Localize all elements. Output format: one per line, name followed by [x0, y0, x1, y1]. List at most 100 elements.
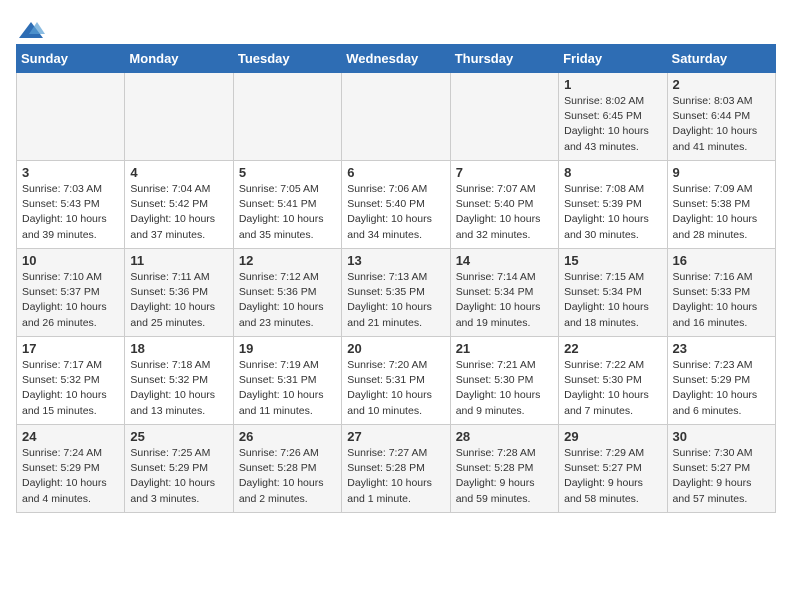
day-info: Sunrise: 7:29 AM Sunset: 5:27 PM Dayligh… [564, 446, 661, 507]
calendar-week-row: 24 Sunrise: 7:24 AM Sunset: 5:29 PM Dayli… [17, 425, 776, 513]
calendar-cell: 19Sunrise: 7:19 AM Sunset: 5:31 PM Dayli… [233, 337, 341, 425]
calendar-cell: 10Sunrise: 7:10 AM Sunset: 5:37 PM Dayli… [17, 249, 125, 337]
calendar-cell: 6 Sunrise: 7:06 AM Sunset: 5:40 PM Daylig… [342, 161, 450, 249]
weekday-header-tuesday: Tuesday [233, 45, 341, 73]
calendar-cell: 18Sunrise: 7:18 AM Sunset: 5:32 PM Dayli… [125, 337, 233, 425]
day-number: 16 [673, 253, 770, 268]
day-number: 22 [564, 341, 661, 356]
calendar-cell: 20Sunrise: 7:20 AM Sunset: 5:31 PM Dayli… [342, 337, 450, 425]
day-info: Sunrise: 7:22 AM Sunset: 5:30 PM Dayligh… [564, 358, 661, 419]
day-number: 3 [22, 165, 119, 180]
day-info: Sunrise: 7:13 AM Sunset: 5:35 PM Dayligh… [347, 270, 444, 331]
calendar-cell [450, 73, 558, 161]
day-info: Sunrise: 7:14 AM Sunset: 5:34 PM Dayligh… [456, 270, 553, 331]
day-info: Sunrise: 7:12 AM Sunset: 5:36 PM Dayligh… [239, 270, 336, 331]
day-info: Sunrise: 7:23 AM Sunset: 5:29 PM Dayligh… [673, 358, 770, 419]
calendar-cell: 26 Sunrise: 7:26 AM Sunset: 5:28 PM Dayli… [233, 425, 341, 513]
calendar-cell: 16 Sunrise: 7:16 AM Sunset: 5:33 PM Dayli… [667, 249, 775, 337]
calendar-cell [342, 73, 450, 161]
day-number: 24 [22, 429, 119, 444]
logo [16, 20, 46, 36]
day-info: Sunrise: 8:02 AM Sunset: 6:45 PM Dayligh… [564, 94, 661, 155]
day-info: Sunrise: 7:16 AM Sunset: 5:33 PM Dayligh… [673, 270, 770, 331]
calendar-cell: 11 Sunrise: 7:11 AM Sunset: 5:36 PM Dayli… [125, 249, 233, 337]
day-number: 4 [130, 165, 227, 180]
calendar-cell: 2 Sunrise: 8:03 AM Sunset: 6:44 PM Daylig… [667, 73, 775, 161]
day-number: 14 [456, 253, 553, 268]
weekday-header-sunday: Sunday [17, 45, 125, 73]
day-info: Sunrise: 7:15 AM Sunset: 5:34 PM Dayligh… [564, 270, 661, 331]
day-info: Sunrise: 7:25 AM Sunset: 5:29 PM Dayligh… [130, 446, 227, 507]
calendar-cell: 14 Sunrise: 7:14 AM Sunset: 5:34 PM Dayli… [450, 249, 558, 337]
calendar-cell: 25 Sunrise: 7:25 AM Sunset: 5:29 PM Dayli… [125, 425, 233, 513]
calendar-cell: 7 Sunrise: 7:07 AM Sunset: 5:40 PM Daylig… [450, 161, 558, 249]
calendar-week-row: 17 Sunrise: 7:17 AM Sunset: 5:32 PM Dayli… [17, 337, 776, 425]
day-number: 18 [130, 341, 227, 356]
day-info: Sunrise: 7:27 AM Sunset: 5:28 PM Dayligh… [347, 446, 444, 507]
day-number: 13 [347, 253, 444, 268]
day-info: Sunrise: 7:03 AM Sunset: 5:43 PM Dayligh… [22, 182, 119, 243]
day-info: Sunrise: 7:30 AM Sunset: 5:27 PM Dayligh… [673, 446, 770, 507]
weekday-header-thursday: Thursday [450, 45, 558, 73]
calendar-cell: 24 Sunrise: 7:24 AM Sunset: 5:29 PM Dayli… [17, 425, 125, 513]
day-info: Sunrise: 7:05 AM Sunset: 5:41 PM Dayligh… [239, 182, 336, 243]
day-number: 15 [564, 253, 661, 268]
calendar-cell [233, 73, 341, 161]
day-number: 1 [564, 77, 661, 92]
calendar-cell: 30 Sunrise: 7:30 AM Sunset: 5:27 PM Dayli… [667, 425, 775, 513]
day-info: Sunrise: 7:26 AM Sunset: 5:28 PM Dayligh… [239, 446, 336, 507]
day-info: Sunrise: 7:19 AM Sunset: 5:31 PM Dayligh… [239, 358, 336, 419]
day-number: 12 [239, 253, 336, 268]
calendar-cell: 22 Sunrise: 7:22 AM Sunset: 5:30 PM Dayli… [559, 337, 667, 425]
day-number: 8 [564, 165, 661, 180]
page-header [16, 16, 776, 36]
weekday-header-wednesday: Wednesday [342, 45, 450, 73]
day-info: Sunrise: 7:07 AM Sunset: 5:40 PM Dayligh… [456, 182, 553, 243]
day-number: 26 [239, 429, 336, 444]
day-number: 5 [239, 165, 336, 180]
day-info: Sunrise: 7:24 AM Sunset: 5:29 PM Dayligh… [22, 446, 119, 507]
day-number: 2 [673, 77, 770, 92]
calendar-cell [17, 73, 125, 161]
day-info: Sunrise: 7:21 AM Sunset: 5:30 PM Dayligh… [456, 358, 553, 419]
day-number: 29 [564, 429, 661, 444]
weekday-header-monday: Monday [125, 45, 233, 73]
day-info: Sunrise: 7:08 AM Sunset: 5:39 PM Dayligh… [564, 182, 661, 243]
weekday-header-saturday: Saturday [667, 45, 775, 73]
day-number: 30 [673, 429, 770, 444]
calendar-cell: 28Sunrise: 7:28 AM Sunset: 5:28 PM Dayli… [450, 425, 558, 513]
day-number: 20 [347, 341, 444, 356]
calendar-cell: 12 Sunrise: 7:12 AM Sunset: 5:36 PM Dayli… [233, 249, 341, 337]
calendar-cell: 27 Sunrise: 7:27 AM Sunset: 5:28 PM Dayli… [342, 425, 450, 513]
calendar-week-row: 1 Sunrise: 8:02 AM Sunset: 6:45 PM Daylig… [17, 73, 776, 161]
calendar-cell: 13 Sunrise: 7:13 AM Sunset: 5:35 PM Dayli… [342, 249, 450, 337]
calendar-cell: 17 Sunrise: 7:17 AM Sunset: 5:32 PM Dayli… [17, 337, 125, 425]
calendar-cell: 21 Sunrise: 7:21 AM Sunset: 5:30 PM Dayli… [450, 337, 558, 425]
calendar-cell: 9 Sunrise: 7:09 AM Sunset: 5:38 PM Daylig… [667, 161, 775, 249]
day-number: 21 [456, 341, 553, 356]
day-number: 23 [673, 341, 770, 356]
day-number: 11 [130, 253, 227, 268]
calendar-table: SundayMondayTuesdayWednesdayThursdayFrid… [16, 44, 776, 513]
calendar-cell: 29 Sunrise: 7:29 AM Sunset: 5:27 PM Dayli… [559, 425, 667, 513]
day-info: Sunrise: 7:28 AM Sunset: 5:28 PM Dayligh… [456, 446, 553, 507]
day-number: 6 [347, 165, 444, 180]
day-number: 17 [22, 341, 119, 356]
day-number: 9 [673, 165, 770, 180]
calendar-cell: 8 Sunrise: 7:08 AM Sunset: 5:39 PM Daylig… [559, 161, 667, 249]
weekday-header-friday: Friday [559, 45, 667, 73]
day-number: 27 [347, 429, 444, 444]
day-number: 10 [22, 253, 119, 268]
day-info: Sunrise: 7:17 AM Sunset: 5:32 PM Dayligh… [22, 358, 119, 419]
calendar-cell: 15 Sunrise: 7:15 AM Sunset: 5:34 PM Dayli… [559, 249, 667, 337]
day-number: 25 [130, 429, 227, 444]
day-info: Sunrise: 7:04 AM Sunset: 5:42 PM Dayligh… [130, 182, 227, 243]
day-info: Sunrise: 7:11 AM Sunset: 5:36 PM Dayligh… [130, 270, 227, 331]
calendar-header-row: SundayMondayTuesdayWednesdayThursdayFrid… [17, 45, 776, 73]
calendar-cell: 3 Sunrise: 7:03 AM Sunset: 5:43 PM Daylig… [17, 161, 125, 249]
day-info: Sunrise: 7:06 AM Sunset: 5:40 PM Dayligh… [347, 182, 444, 243]
calendar-cell: 1 Sunrise: 8:02 AM Sunset: 6:45 PM Daylig… [559, 73, 667, 161]
day-info: Sunrise: 8:03 AM Sunset: 6:44 PM Dayligh… [673, 94, 770, 155]
day-number: 7 [456, 165, 553, 180]
day-info: Sunrise: 7:09 AM Sunset: 5:38 PM Dayligh… [673, 182, 770, 243]
